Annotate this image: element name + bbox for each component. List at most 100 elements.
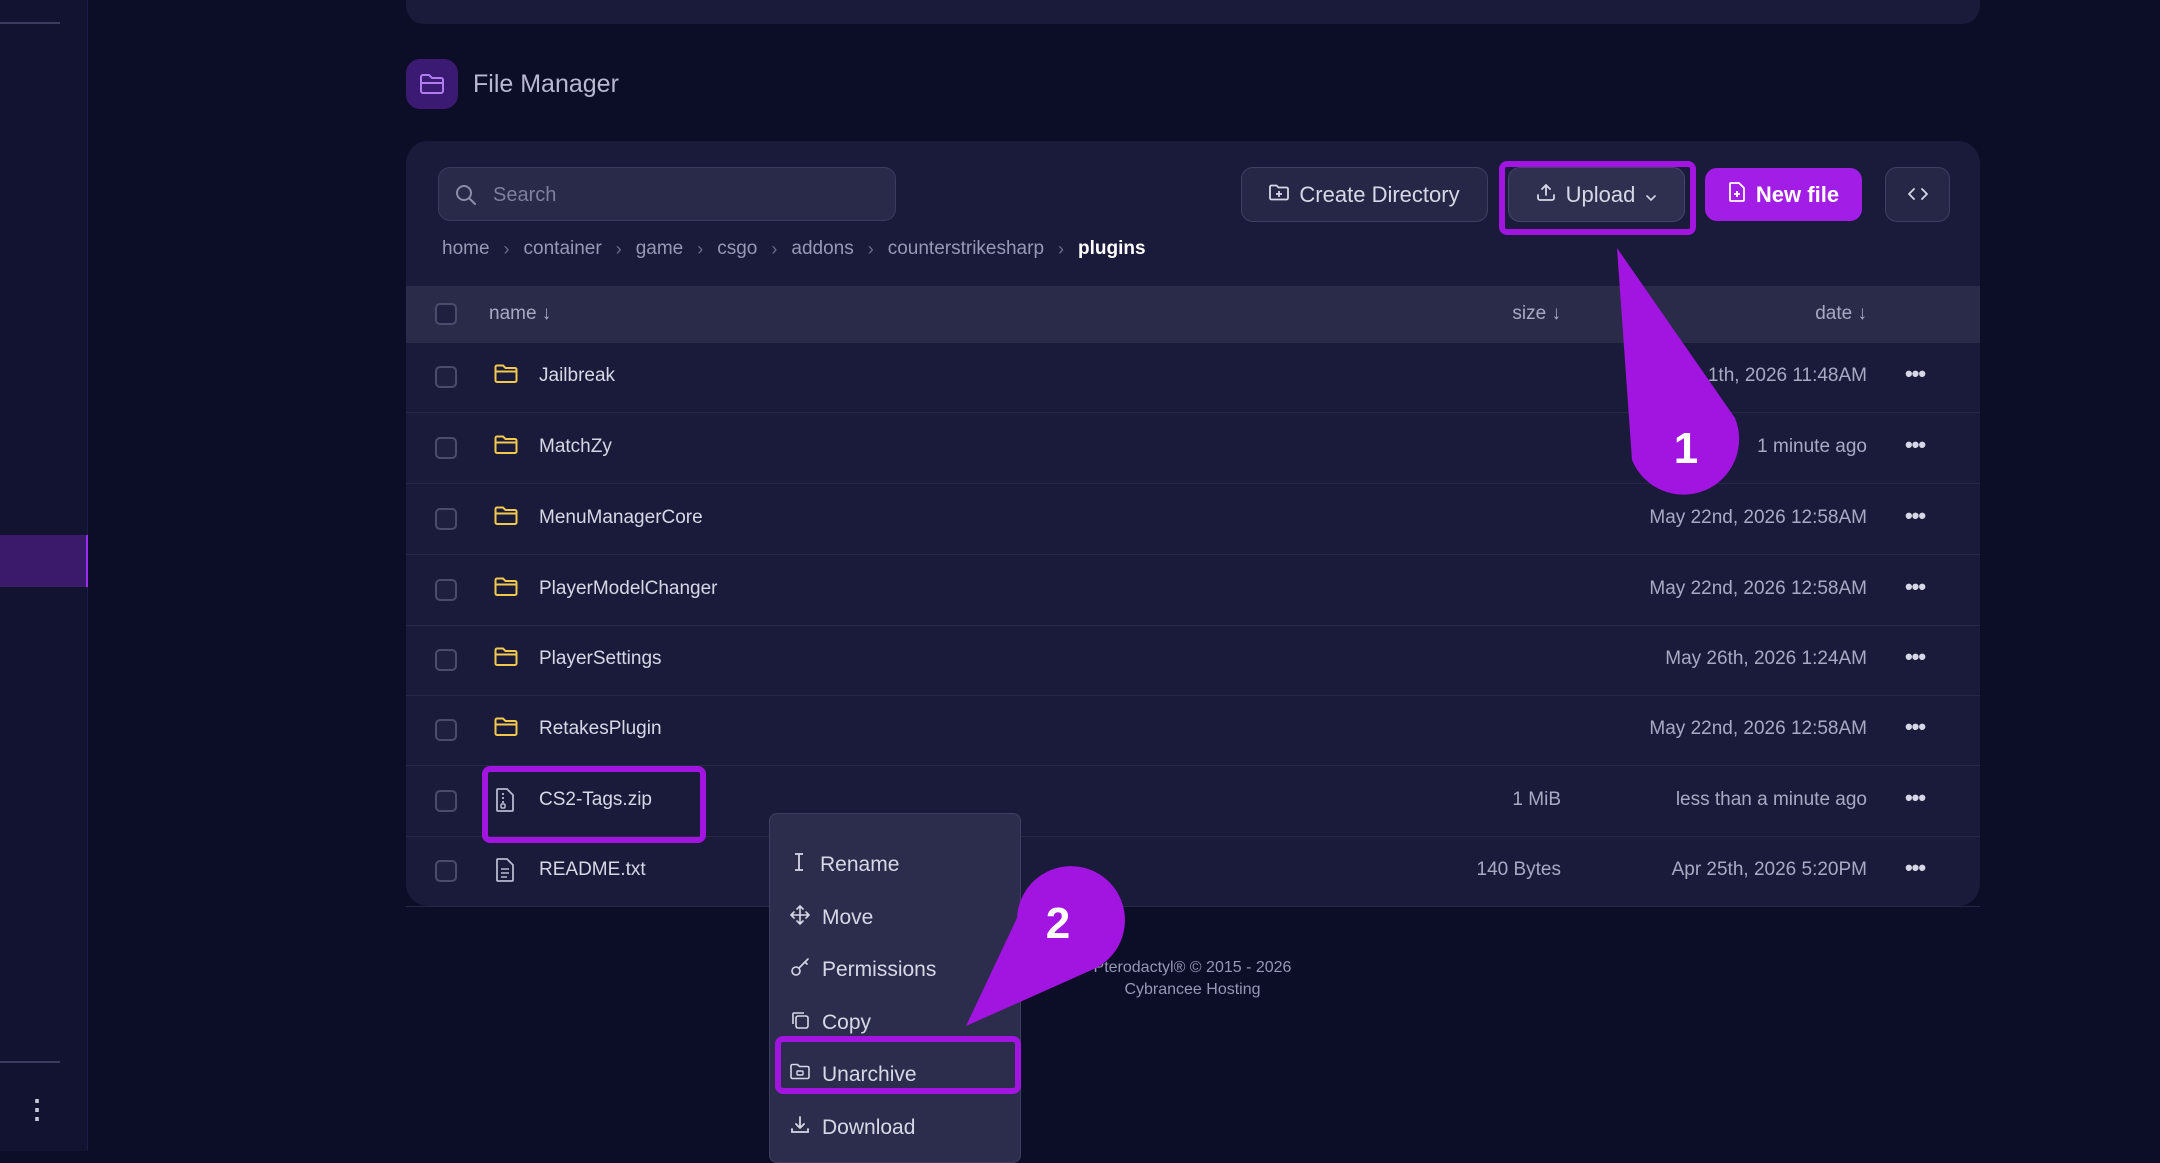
select-all-checkbox[interactable] [435, 303, 457, 325]
breadcrumb-game[interactable]: game [636, 238, 684, 260]
menu-item-permissions[interactable]: Permissions [790, 953, 936, 987]
menu-item-label: Move [822, 906, 874, 929]
breadcrumb-counterstrikesharp[interactable]: counterstrikesharp [888, 238, 1044, 260]
page-title: File Manager [473, 70, 619, 98]
more-horizontal-icon[interactable]: ••• [1900, 716, 1930, 743]
row-checkbox[interactable] [435, 649, 457, 671]
file-date: May 22nd, 2026 12:58AM [1649, 507, 1867, 528]
file-name[interactable]: MatchZy [539, 434, 612, 460]
code-view-button[interactable] [1885, 167, 1950, 222]
more-horizontal-icon[interactable]: ••• [1900, 576, 1930, 603]
menu-item-rename[interactable]: Rename [790, 848, 899, 882]
download-icon [790, 1115, 810, 1141]
row-checkbox[interactable] [435, 508, 457, 530]
table-row[interactable]: PlayerModelChanger May 22nd, 2026 12:58AM… [406, 555, 1980, 626]
column-date[interactable]: date ↓ [1815, 302, 1867, 326]
row-checkbox[interactable] [435, 719, 457, 741]
file-text-icon [494, 858, 516, 887]
menu-item-label: Copy [822, 1011, 872, 1034]
chevron-right-icon: › [503, 238, 510, 259]
table-row[interactable]: Jailbreak 1th, 2026 11:48AM ••• [406, 342, 1980, 413]
folder-icon [494, 364, 518, 389]
text-cursor-icon [790, 852, 808, 878]
file-name[interactable]: RetakesPlugin [539, 716, 662, 742]
table-row[interactable]: RetakesPlugin May 22nd, 2026 12:58AM ••• [406, 695, 1980, 766]
folder-unarchive-icon [790, 1063, 810, 1087]
row-checkbox[interactable] [435, 790, 457, 812]
key-icon [790, 957, 810, 983]
folder-open-icon [406, 59, 458, 109]
folder-icon [494, 435, 518, 460]
more-horizontal-icon[interactable]: ••• [1900, 646, 1930, 673]
menu-item-move[interactable]: Move [789, 901, 874, 935]
sidebar-divider [0, 22, 60, 24]
new-file-button[interactable]: New file [1705, 168, 1862, 221]
new-file-label: New file [1755, 181, 1840, 207]
file-size: 140 Bytes [1476, 859, 1562, 880]
menu-item-label: Permissions [822, 958, 937, 981]
breadcrumb-current: plugins [1078, 238, 1146, 259]
sidebar-divider [0, 1061, 60, 1063]
file-name[interactable]: PlayerSettings [539, 646, 662, 672]
more-vertical-icon[interactable]: ⋮ [24, 1094, 50, 1124]
file-date: May 22nd, 2026 12:58AM [1649, 578, 1867, 599]
create-directory-button[interactable]: Create Directory [1241, 167, 1488, 222]
create-directory-label: Create Directory [1299, 181, 1460, 207]
file-name[interactable]: README.txt [539, 857, 646, 883]
table-row[interactable]: MatchZy 1 minute ago ••• [406, 413, 1980, 484]
chevron-right-icon: › [615, 238, 622, 259]
menu-item-label: Unarchive [822, 1063, 917, 1086]
copy-icon [790, 1010, 810, 1036]
folder-icon [494, 506, 518, 531]
more-horizontal-icon[interactable]: ••• [1900, 363, 1930, 390]
search-field[interactable] [438, 167, 896, 222]
upload-icon [1536, 182, 1556, 208]
breadcrumb-container[interactable]: container [524, 238, 602, 260]
folder-icon [494, 717, 518, 742]
column-name[interactable]: name ↓ [489, 302, 551, 326]
search-icon [454, 183, 478, 212]
more-horizontal-icon[interactable]: ••• [1900, 505, 1930, 532]
code-icon [1907, 182, 1929, 208]
file-date: 1th, 2026 11:48AM [1707, 365, 1867, 386]
file-archive-icon [494, 788, 516, 817]
breadcrumb-addons[interactable]: addons [791, 238, 853, 260]
row-checkbox[interactable] [435, 860, 457, 882]
file-date: Apr 25th, 2026 5:20PM [1671, 859, 1867, 880]
sidebar: ⋮ [0, 0, 88, 1151]
breadcrumb-home[interactable]: home [442, 238, 490, 260]
upload-button[interactable]: Upload [1508, 167, 1685, 222]
footer: Pterodactyl® © 2015 - 2026 Cybrancee Hos… [1000, 957, 1385, 1001]
table-row[interactable]: PlayerSettings May 26th, 2026 1:24AM ••• [406, 625, 1980, 696]
menu-item-copy[interactable]: Copy [790, 1006, 871, 1040]
file-date: May 22nd, 2026 12:58AM [1649, 718, 1867, 739]
row-checkbox[interactable] [435, 366, 457, 388]
more-horizontal-icon[interactable]: ••• [1900, 434, 1930, 461]
table-row[interactable]: README.txt 140 Bytes Apr 25th, 2026 5:20PM… [406, 836, 1980, 907]
search-input[interactable] [491, 168, 885, 222]
chevron-right-icon: › [697, 238, 704, 259]
file-name[interactable]: PlayerModelChanger [539, 576, 718, 602]
more-horizontal-icon[interactable]: ••• [1900, 857, 1930, 884]
file-name[interactable]: MenuManagerCore [539, 505, 703, 531]
file-date: 1 minute ago [1757, 436, 1867, 457]
folder-icon [494, 647, 518, 672]
row-checkbox[interactable] [435, 437, 457, 459]
sidebar-item-active[interactable] [0, 535, 88, 587]
table-row[interactable]: MenuManagerCore May 22nd, 2026 12:58AM ••• [406, 484, 1980, 555]
file-name[interactable]: Jailbreak [539, 363, 615, 389]
file-name[interactable]: CS2-Tags.zip [539, 787, 652, 813]
table-row[interactable]: CS2-Tags.zip 1 MiB less than a minute ago •… [406, 766, 1980, 837]
chevron-right-icon: › [771, 238, 778, 259]
row-checkbox[interactable] [435, 579, 457, 601]
menu-item-unarchive[interactable]: Unarchive [790, 1058, 917, 1092]
file-plus-icon [1728, 181, 1746, 208]
column-size[interactable]: size ↓ [1512, 302, 1561, 326]
footer-copyright: Pterodactyl® © 2015 - 2026 [1093, 959, 1292, 976]
menu-item-label: Rename [820, 853, 900, 876]
chevron-right-icon: › [1058, 238, 1065, 259]
file-date: May 26th, 2026 1:24AM [1665, 648, 1867, 669]
menu-item-download[interactable]: Download [790, 1111, 915, 1145]
breadcrumb-csgo[interactable]: csgo [717, 238, 757, 260]
more-horizontal-icon[interactable]: ••• [1900, 787, 1930, 814]
